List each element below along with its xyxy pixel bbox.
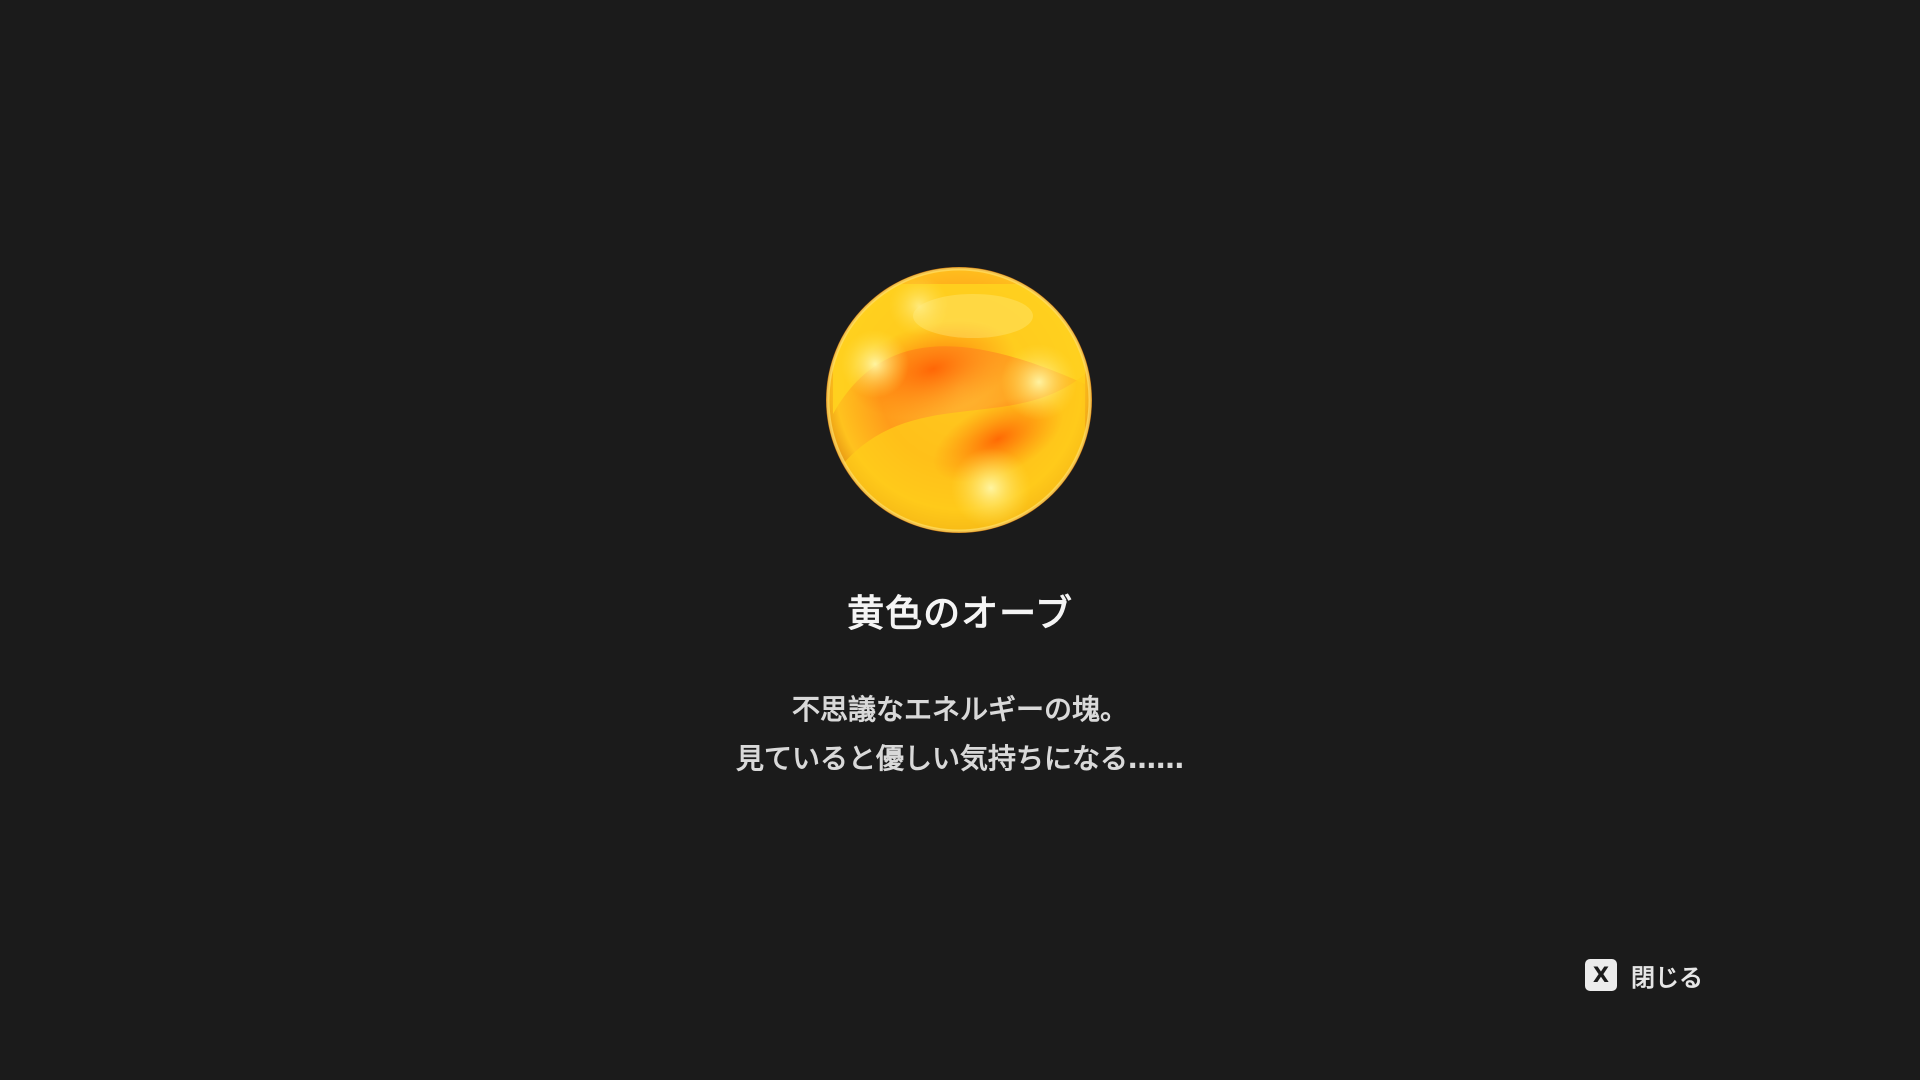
item-description-line: 見ていると優しい気持ちになる…… bbox=[735, 742, 1184, 775]
close-button[interactable]: X 閉じる bbox=[1585, 958, 1703, 992]
yellow-orb-icon bbox=[823, 264, 1095, 536]
close-label: 閉じる bbox=[1631, 963, 1703, 992]
x-key-icon: X bbox=[1585, 959, 1617, 991]
item-name: 黄色のオーブ bbox=[847, 592, 1073, 635]
item-description-line: 不思議なエネルギーの塊。 bbox=[791, 693, 1128, 726]
item-detail-screen: 黄色のオーブ 不思議なエネルギーの塊。 見ていると優しい気持ちになる…… X 閉… bbox=[0, 0, 1920, 1080]
item-description: 不思議なエネルギーの塊。 見ていると優しい気持ちになる…… bbox=[0, 685, 1920, 783]
